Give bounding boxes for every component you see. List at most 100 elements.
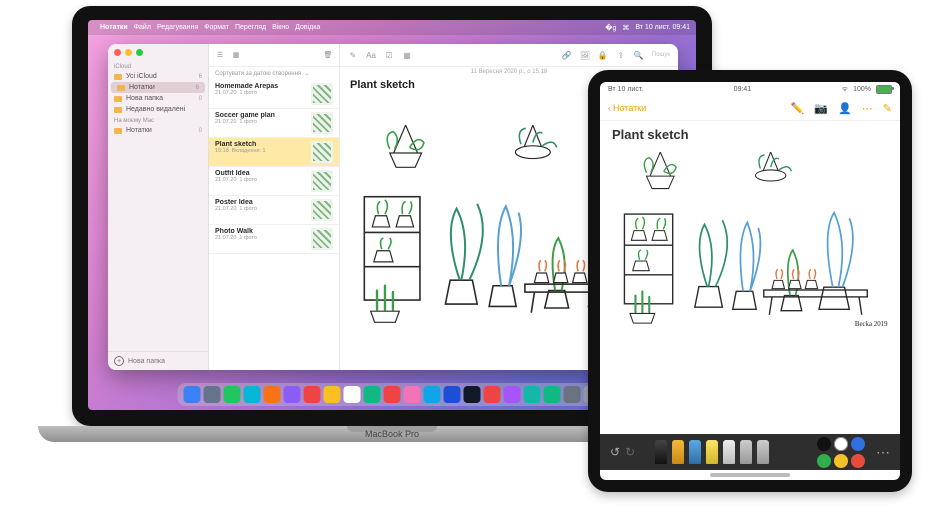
undo-icon[interactable]: ↺ bbox=[610, 445, 620, 459]
close-button[interactable] bbox=[114, 49, 121, 56]
dock-app[interactable] bbox=[364, 386, 381, 403]
checklist-icon[interactable]: ☑ bbox=[384, 50, 394, 60]
wifi-icon[interactable]: �ġ bbox=[605, 24, 616, 32]
dock-app[interactable] bbox=[504, 386, 521, 403]
tool-marker[interactable] bbox=[672, 440, 684, 464]
menu-file[interactable]: Файл bbox=[134, 24, 151, 31]
folder-icon bbox=[117, 85, 125, 91]
dock-app[interactable] bbox=[304, 386, 321, 403]
sidebar-folder[interactable]: Усі iCloud6 bbox=[108, 71, 208, 82]
color-swatch[interactable] bbox=[817, 454, 831, 468]
note-subtitle: 1 фото bbox=[239, 206, 257, 212]
note-list-item[interactable]: Outfit Idea21.07.201 фото bbox=[209, 167, 339, 196]
dock-app[interactable] bbox=[544, 386, 561, 403]
people-icon[interactable]: 👤 bbox=[838, 102, 852, 115]
note-date: 21.07.20 bbox=[215, 177, 236, 183]
trash-icon[interactable]: 🗑 bbox=[323, 50, 333, 60]
tool-ruler[interactable] bbox=[757, 440, 769, 464]
dock-app[interactable] bbox=[404, 386, 421, 403]
color-swatch[interactable] bbox=[834, 437, 848, 451]
new-folder-button[interactable]: + Нова папка bbox=[108, 351, 208, 370]
note-title: Homemade Arepas bbox=[215, 83, 307, 90]
tool-eraser[interactable] bbox=[723, 440, 735, 464]
note-list-item[interactable]: Soccer game plan21.07.201 фото bbox=[209, 109, 339, 138]
dock-app[interactable] bbox=[464, 386, 481, 403]
more-icon[interactable]: ⋯ bbox=[876, 444, 890, 461]
note-list-item[interactable]: Homemade Arepas21.07.201 фото bbox=[209, 80, 339, 109]
dock-app[interactable] bbox=[284, 386, 301, 403]
photo-icon[interactable]: 🖼 bbox=[580, 50, 590, 60]
plant-sketch-drawing: Becka 2019 bbox=[612, 152, 888, 331]
dock-app[interactable] bbox=[424, 386, 441, 403]
ipad-sketch-canvas[interactable]: Becka 2019 bbox=[612, 152, 888, 428]
more-icon[interactable]: ⋯ bbox=[862, 102, 873, 115]
share-icon[interactable]: ⇪ bbox=[616, 50, 626, 60]
control-center-icon[interactable]: ⌘ bbox=[622, 24, 629, 32]
back-button[interactable]: ‹ Нотатки bbox=[608, 103, 646, 113]
chevron-down-icon: ⌄ bbox=[304, 70, 309, 77]
ipad-status-bar: Вт 10 лист. 09:41 ᯤ 100% bbox=[600, 82, 900, 96]
dock-app[interactable] bbox=[484, 386, 501, 403]
dock-app[interactable] bbox=[204, 386, 221, 403]
notes-list-column: ☰ ▦ 🗑 Сортувати за датою створення ⌄ Hom… bbox=[209, 44, 340, 370]
camera-icon[interactable]: 📷 bbox=[814, 102, 828, 115]
link-icon[interactable]: 🔗 bbox=[562, 50, 572, 60]
ipad-screen: Вт 10 лист. 09:41 ᯤ 100% ‹ Нотатки ✏️ bbox=[600, 82, 900, 480]
list-view-icon[interactable]: ☰ bbox=[215, 50, 225, 60]
menu-view[interactable]: Перегляд bbox=[235, 24, 266, 31]
compose-icon[interactable]: ✎ bbox=[348, 50, 358, 60]
text-style-icon[interactable]: Aa bbox=[366, 50, 376, 60]
tool-pen[interactable] bbox=[655, 440, 667, 464]
color-swatch[interactable] bbox=[851, 437, 865, 451]
tool-highlighter[interactable] bbox=[706, 440, 718, 464]
ipad-note-title[interactable]: Plant sketch bbox=[600, 121, 900, 148]
dock-app[interactable] bbox=[244, 386, 261, 403]
menu-help[interactable]: Довідка bbox=[295, 24, 320, 31]
home-indicator[interactable] bbox=[710, 473, 790, 477]
markup-icon[interactable]: ✏️ bbox=[791, 102, 805, 115]
lock-icon[interactable]: 🔒 bbox=[598, 50, 608, 60]
dock-app[interactable] bbox=[264, 386, 281, 403]
search-placeholder[interactable]: Пошук bbox=[652, 52, 670, 58]
dock bbox=[178, 383, 607, 406]
search-icon[interactable]: 🔍 bbox=[634, 50, 644, 60]
note-list-item[interactable]: Poster Idea21.07.201 фото bbox=[209, 196, 339, 225]
color-swatch[interactable] bbox=[817, 437, 831, 451]
tool-pencil[interactable] bbox=[689, 440, 701, 464]
sidebar-item-label: Недавно видалені bbox=[126, 106, 185, 113]
minimize-button[interactable] bbox=[125, 49, 132, 56]
dock-app[interactable] bbox=[384, 386, 401, 403]
dock-app[interactable] bbox=[344, 386, 361, 403]
dock-app[interactable] bbox=[524, 386, 541, 403]
dock-app[interactable] bbox=[224, 386, 241, 403]
note-thumbnail bbox=[311, 83, 333, 105]
menu-edit[interactable]: Редагування bbox=[157, 24, 198, 31]
sort-dropdown[interactable]: Сортувати за датою створення ⌄ bbox=[209, 67, 339, 80]
redo-icon[interactable]: ↻ bbox=[625, 445, 635, 459]
sidebar-folder[interactable]: Нотатки0 bbox=[108, 125, 208, 136]
tool-lasso[interactable] bbox=[740, 440, 752, 464]
menu-format[interactable]: Формат bbox=[204, 24, 229, 31]
menubar-app-name[interactable]: Нотатки bbox=[100, 24, 128, 31]
note-list-item[interactable]: Plant sketch15:18Вкладення: 1 bbox=[209, 138, 339, 167]
table-icon[interactable]: ▦ bbox=[402, 50, 412, 60]
sidebar-folder[interactable]: Нова папка0 bbox=[108, 93, 208, 104]
zoom-button[interactable] bbox=[136, 49, 143, 56]
compose-icon[interactable]: ✎ bbox=[883, 102, 892, 115]
dock-app[interactable] bbox=[564, 386, 581, 403]
sidebar-folder[interactable]: Недавно видалені bbox=[108, 104, 208, 115]
dock-app[interactable] bbox=[324, 386, 341, 403]
color-swatch[interactable] bbox=[851, 454, 865, 468]
note-list-item[interactable]: Photo Walk21.07.201 фото bbox=[209, 225, 339, 254]
note-title: Soccer game plan bbox=[215, 112, 307, 119]
chevron-left-icon: ‹ bbox=[608, 103, 611, 113]
sidebar-folder[interactable]: Нотатки6 bbox=[111, 82, 205, 93]
grid-view-icon[interactable]: ▦ bbox=[231, 50, 241, 60]
macbook-label: MacBook Pro bbox=[72, 429, 712, 439]
menu-window[interactable]: Вікно bbox=[272, 24, 289, 31]
dock-app[interactable] bbox=[444, 386, 461, 403]
folder-icon bbox=[114, 128, 122, 134]
menubar-clock[interactable]: Вт 10 лист. 09:41 bbox=[635, 24, 690, 31]
color-swatch[interactable] bbox=[834, 454, 848, 468]
dock-app[interactable] bbox=[184, 386, 201, 403]
